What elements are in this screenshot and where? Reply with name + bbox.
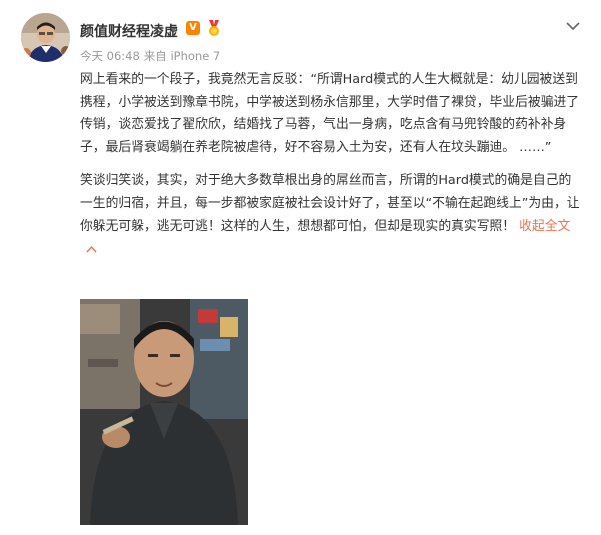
post-paragraph-2: 笑谈归笑谈，其实，对于绝大多数草根出身的屌丝而言，所谓的Hard模式的确是自己的… xyxy=(80,170,580,260)
medal-icon xyxy=(209,20,219,36)
post-source: 来自 iPhone 7 xyxy=(143,49,221,63)
chevron-down-icon[interactable] xyxy=(566,21,580,31)
collapse-button[interactable]: 收起全文 xyxy=(519,219,570,234)
post-paragraph-2-text: 笑谈归笑谈，其实，对于绝大多数草根出身的屌丝而言，所谓的Hard模式的确是自己的… xyxy=(80,173,580,234)
post-meta: 今天 06:48 来自 iPhone 7 xyxy=(80,48,224,64)
post-paragraph-1: 网上看来的一个段子，我竟然无言反驳：“所谓Hard模式的人生大概就是：幼儿园被送… xyxy=(80,72,580,155)
author-name[interactable]: 颜值财经程凌虚 xyxy=(80,21,178,41)
weibo-post-card: 颜值财经程凌虚 V 今天 06:48 来自 iPhone 7 网上看来的一个段子，… xyxy=(0,0,601,535)
post-time[interactable]: 今天 06:48 xyxy=(80,49,140,63)
chevron-up-icon[interactable] xyxy=(86,245,97,253)
verified-badge-icon: V xyxy=(186,21,200,35)
avatar[interactable] xyxy=(21,13,70,62)
post-photo[interactable] xyxy=(80,299,248,525)
post-body: 网上看来的一个段子，我竟然无言反驳：“所谓Hard模式的人生大概就是：幼儿园被送… xyxy=(80,69,580,261)
